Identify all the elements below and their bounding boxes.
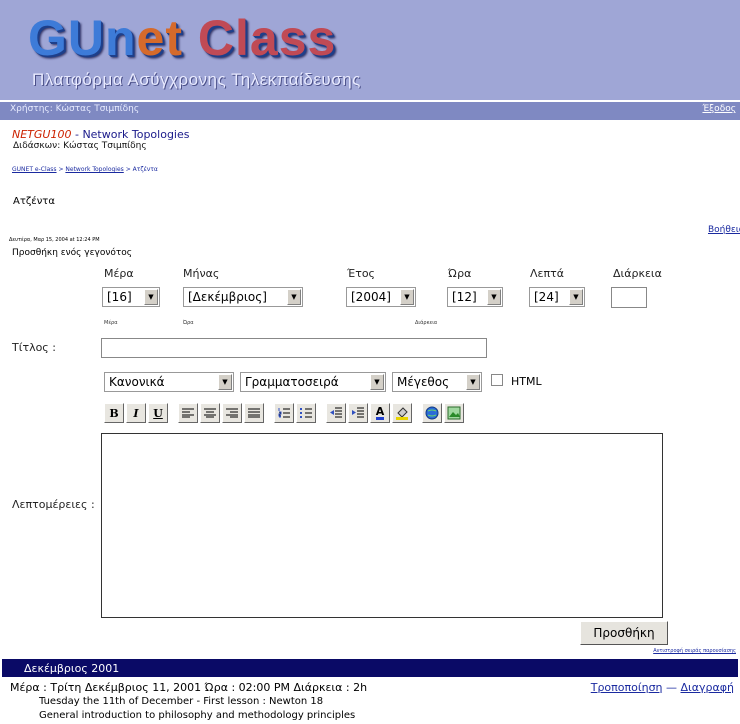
breadcrumb-course[interactable]: Network Topologies xyxy=(65,166,123,173)
ordered-list-button[interactable] xyxy=(274,403,294,423)
date-stamp: Δευτέρα, Μαρ 15, 2004 at 12:24 PM xyxy=(9,237,100,243)
platform-subtitle: Πλατφόρμα Ασύγχρονης Τηλεκπαίδευσης xyxy=(32,70,361,89)
align-right-button[interactable] xyxy=(222,403,242,423)
editor-toolbar: B I U A xyxy=(104,403,464,423)
title-input[interactable] xyxy=(101,338,487,358)
edit-link[interactable]: Τροποποίηση xyxy=(591,681,663,694)
align-center-button[interactable] xyxy=(200,403,220,423)
minute-label: Λεπτά xyxy=(530,267,564,280)
indent-icon xyxy=(352,407,364,418)
chevron-down-icon: ▼ xyxy=(487,289,501,305)
duration-label: Διάρκεια xyxy=(613,267,662,280)
bold-button[interactable]: B xyxy=(104,403,124,423)
chevron-down-icon: ▼ xyxy=(144,289,158,305)
italic-button[interactable]: I xyxy=(126,403,146,423)
user-name: Χρήστης: Κώστας Τσιμπίδης xyxy=(10,104,140,114)
font-color-button[interactable]: A xyxy=(370,403,390,423)
event-title: Tuesday the 11th of December - First les… xyxy=(39,696,324,707)
html-label: HTML xyxy=(511,375,542,388)
event-description: General introduction to philosophy and m… xyxy=(39,710,356,721)
insert-link-button[interactable] xyxy=(422,403,442,423)
hour-label: Ώρα xyxy=(448,267,472,280)
chevron-down-icon: ▼ xyxy=(370,374,384,390)
align-center-icon xyxy=(204,408,216,418)
hour-select[interactable]: [12] ▼ xyxy=(447,287,503,307)
delete-link[interactable]: Διαγραφή xyxy=(681,681,734,694)
month-label: Μήνας xyxy=(183,267,220,280)
align-left-button[interactable] xyxy=(178,403,198,423)
image-icon xyxy=(447,406,461,420)
event-info: Μέρα : Τρίτη Δεκέμβριος 11, 2001 Ώρα : 0… xyxy=(10,681,368,694)
outdent-button[interactable] xyxy=(326,403,346,423)
align-right-icon xyxy=(226,408,238,418)
breadcrumb-home[interactable]: GUNET e-Class xyxy=(12,166,57,173)
course-name: Network Topologies xyxy=(82,128,190,141)
month-header: Δεκέμβριος 2001 xyxy=(24,662,120,675)
details-label: Λεπτομέρειες : xyxy=(12,498,95,511)
course-code: NETGU100 xyxy=(12,128,72,141)
day-hint: Μέρα xyxy=(104,320,118,326)
html-checkbox[interactable] xyxy=(491,374,503,386)
details-editor[interactable] xyxy=(101,433,663,618)
insert-image-button[interactable] xyxy=(444,403,464,423)
paint-bucket-icon xyxy=(396,407,408,420)
year-select[interactable]: [2004] ▼ xyxy=(346,287,416,307)
highlight-button[interactable] xyxy=(392,403,412,423)
year-label: Έτος xyxy=(347,267,376,280)
chevron-down-icon: ▼ xyxy=(569,289,583,305)
course-teacher: Διδάσκων: Κώστας Τσιμπίδης xyxy=(13,141,147,151)
align-left-icon xyxy=(182,408,194,418)
chevron-down-icon: ▼ xyxy=(287,289,301,305)
ordered-list-icon xyxy=(278,408,290,418)
page-title: Ατζέντα xyxy=(13,196,55,207)
unordered-list-button[interactable] xyxy=(296,403,316,423)
chevron-down-icon: ▼ xyxy=(466,374,480,390)
day-label: Μέρα xyxy=(104,267,134,280)
logout-link[interactable]: Έξοδος xyxy=(702,104,736,114)
event-actions: Τροποποίηση — Διαγραφή xyxy=(590,681,734,694)
time-hint: Ώρα xyxy=(183,320,194,326)
justify-button[interactable] xyxy=(244,403,264,423)
breadcrumb-current: Ατζέντα xyxy=(132,166,158,173)
help-link[interactable]: Βοήθεια xyxy=(708,225,740,235)
size-select[interactable]: Μέγεθος ▼ xyxy=(392,372,482,392)
reverse-order-link[interactable]: Αντιστροφή σειράς παρουσίασης xyxy=(653,648,736,654)
indent-button[interactable] xyxy=(348,403,368,423)
unordered-list-icon xyxy=(300,408,312,418)
title-label: Τίτλος : xyxy=(12,341,56,354)
font-select[interactable]: Γραμματοσειρά ▼ xyxy=(240,372,386,392)
month-select[interactable]: [Δεκέμβριος] ▼ xyxy=(183,287,303,307)
add-button[interactable]: Προσθήκη xyxy=(580,621,668,645)
day-select[interactable]: [16] ▼ xyxy=(102,287,160,307)
chevron-down-icon: ▼ xyxy=(400,289,414,305)
format-select[interactable]: Κανονικά ▼ xyxy=(104,372,234,392)
chevron-down-icon: ▼ xyxy=(218,374,232,390)
outdent-icon xyxy=(330,407,342,418)
globe-link-icon xyxy=(425,406,439,420)
justify-icon xyxy=(248,408,260,418)
duration-hint: Διάρκεια xyxy=(415,320,438,326)
course-title: NETGU100 - Network Topologies xyxy=(12,128,190,141)
add-event-heading: Προσθήκη ενός γεγονότος xyxy=(12,248,133,258)
underline-button[interactable]: U xyxy=(148,403,168,423)
gunet-logo: GUnet Class xyxy=(28,10,337,66)
duration-input[interactable] xyxy=(611,287,647,308)
minute-select[interactable]: [24] ▼ xyxy=(529,287,585,307)
breadcrumb: GUNET e-Class > Network Topologies > Ατζ… xyxy=(12,166,158,173)
